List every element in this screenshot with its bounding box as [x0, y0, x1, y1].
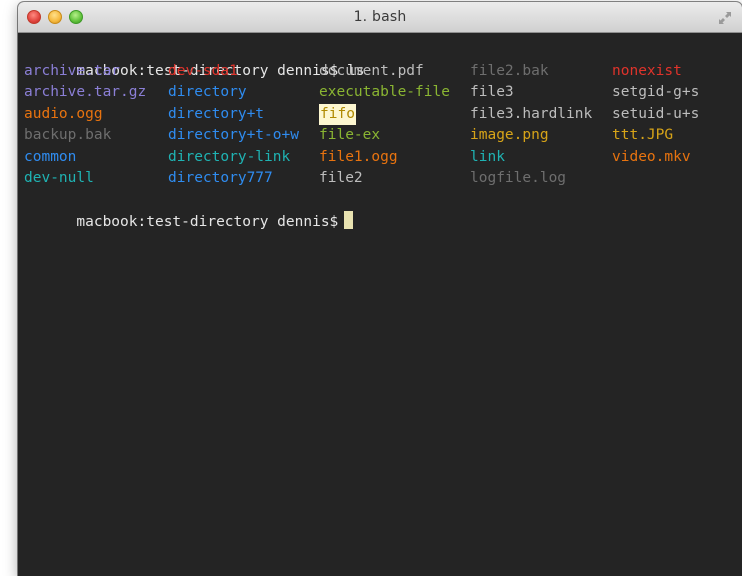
file-entry: backup.bak: [24, 127, 112, 143]
file-entry: logfile.log: [470, 170, 567, 186]
file-entry: directory-link: [168, 148, 291, 165]
current-prompt-line[interactable]: macbook:test-directory dennis$: [24, 190, 742, 230]
listing-row: audio.ogg directory+t fifo file3.hardlink se…: [24, 103, 742, 125]
command-line: macbook:test-directory dennis$ ls: [24, 39, 742, 79]
terminal-window: 1. bash macbook:test-directory dennis$ l…: [18, 2, 742, 576]
file-entry: fifo: [319, 103, 356, 125]
file-entry: directory: [168, 84, 247, 100]
file-entry: document.pdf: [319, 62, 424, 79]
file-entry: common: [24, 148, 77, 165]
file-entry: image.png: [470, 127, 549, 143]
ls-listing: archive.tar dev-sda1 document.pdf file2.bak…: [24, 61, 742, 190]
file-entry: audio.ogg: [24, 105, 103, 122]
file-entry: file3.hardlink: [470, 105, 593, 122]
file-entry: setgid-g+s: [612, 84, 700, 100]
file-entry: setuid-u+s: [612, 105, 700, 122]
file-entry: nonexist: [612, 62, 682, 79]
file-entry: ttt.JPG: [612, 127, 674, 143]
file-entry: file2.bak: [470, 62, 549, 79]
file-entry: file-ex: [319, 127, 381, 143]
file-entry: dev-sda1: [168, 62, 238, 79]
file-entry: file1.ogg: [319, 148, 398, 165]
listing-row: dev-null directory777 file2 logfile.log: [24, 168, 742, 190]
fullscreen-icon[interactable]: [718, 11, 732, 25]
file-entry: directory+t: [168, 105, 265, 122]
file-entry: video.mkv: [612, 148, 691, 165]
text-cursor: [344, 211, 354, 229]
prompt-text: macbook:test-directory dennis$: [76, 214, 339, 230]
file-entry: directory777: [168, 170, 273, 186]
listing-row: common directory-link file1.ogg link video.m…: [24, 147, 742, 169]
file-entry: archive.tar.gz: [24, 84, 147, 100]
file-entry: link: [470, 148, 505, 165]
file-entry: file3: [470, 84, 514, 100]
file-entry: executable-file: [319, 84, 450, 100]
title-bar[interactable]: 1. bash: [18, 2, 742, 33]
terminal-output[interactable]: macbook:test-directory dennis$ ls archiv…: [18, 33, 742, 576]
file-entry: directory+t-o+w: [168, 127, 299, 143]
file-entry: dev-null: [24, 170, 94, 186]
listing-row: backup.bak directory+t-o+w file-ex image.pn…: [24, 125, 742, 147]
file-entry: file2: [319, 170, 363, 186]
file-entry: archive.tar: [24, 62, 121, 79]
listing-row: archive.tar.gz directory executable-file fi…: [24, 82, 742, 104]
listing-row: archive.tar dev-sda1 document.pdf file2.bak…: [24, 61, 742, 83]
window-title: 1. bash: [353, 9, 407, 25]
